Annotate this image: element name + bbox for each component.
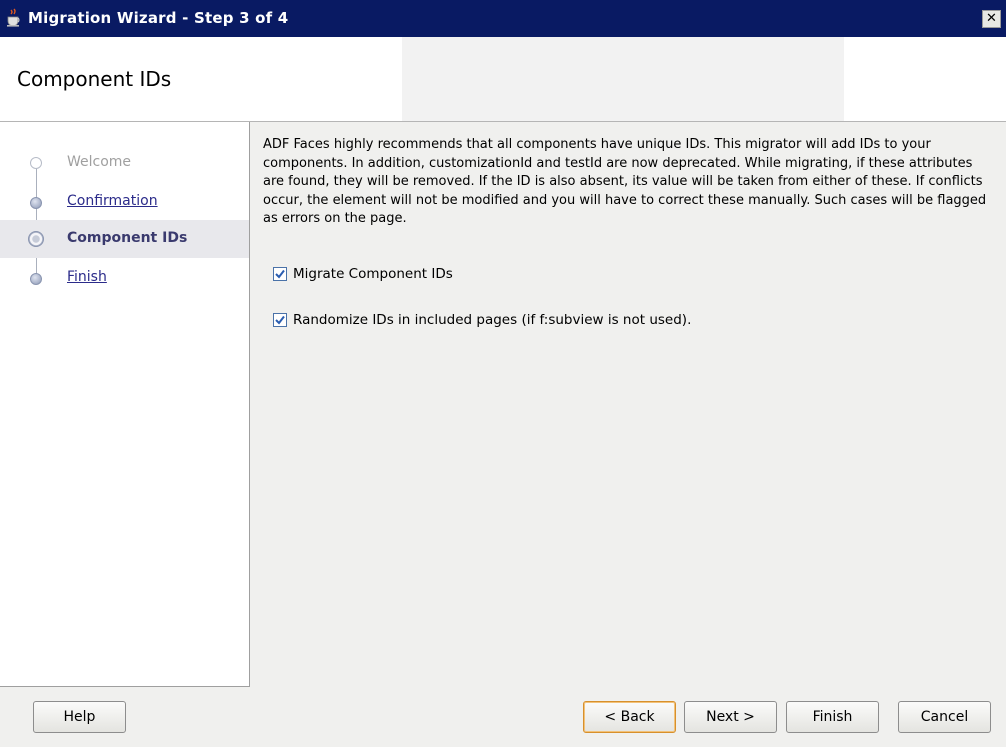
- checkmark-icon: [275, 315, 285, 325]
- header-band: [402, 37, 844, 121]
- cancel-button[interactable]: Cancel: [898, 701, 991, 733]
- page-title: Component IDs: [17, 67, 172, 91]
- step-component-ids: Component IDs: [0, 220, 249, 258]
- migrate-ids-option[interactable]: Migrate Component IDs: [273, 266, 453, 282]
- randomize-ids-checkbox[interactable]: [273, 313, 287, 327]
- step-label: Component IDs: [67, 230, 188, 246]
- button-bar: Help < Back Next > Finish Cancel: [0, 687, 1006, 747]
- step-indicator-icon: [30, 273, 42, 285]
- checkmark-icon: [275, 269, 285, 279]
- close-button[interactable]: ✕: [982, 10, 1001, 28]
- next-button[interactable]: Next >: [684, 701, 777, 733]
- wizard-steps-nav: Welcome Confirmation Component IDs Finis…: [0, 122, 250, 687]
- step-indicator-icon: [30, 157, 42, 169]
- randomize-ids-option[interactable]: Randomize IDs in included pages (if f:su…: [273, 312, 691, 328]
- step-label[interactable]: Finish: [67, 269, 107, 285]
- back-button[interactable]: < Back: [583, 701, 676, 733]
- step-welcome: Welcome: [0, 144, 249, 182]
- finish-button[interactable]: Finish: [786, 701, 879, 733]
- help-button[interactable]: Help: [33, 701, 126, 733]
- java-cup-icon: [7, 8, 20, 27]
- window-title: Migration Wizard - Step 3 of 4: [28, 9, 289, 27]
- close-icon: ✕: [986, 11, 997, 26]
- step-label[interactable]: Confirmation: [67, 193, 158, 209]
- description-text: ADF Faces highly recommends that all com…: [263, 137, 987, 227]
- checkbox-label: Randomize IDs in included pages (if f:su…: [293, 312, 692, 328]
- wizard-header: Component IDs: [0, 37, 1006, 122]
- wizard-content: ADF Faces highly recommends that all com…: [251, 122, 1006, 687]
- current-step-icon: [28, 231, 44, 247]
- step-label: Welcome: [67, 154, 132, 170]
- migrate-ids-checkbox[interactable]: [273, 267, 287, 281]
- step-confirmation[interactable]: Confirmation: [0, 182, 249, 220]
- step-finish[interactable]: Finish: [0, 258, 249, 296]
- checkbox-label: Migrate Component IDs: [293, 266, 453, 282]
- step-indicator-icon: [30, 197, 42, 209]
- title-bar: Migration Wizard - Step 3 of 4 ✕: [0, 0, 1006, 37]
